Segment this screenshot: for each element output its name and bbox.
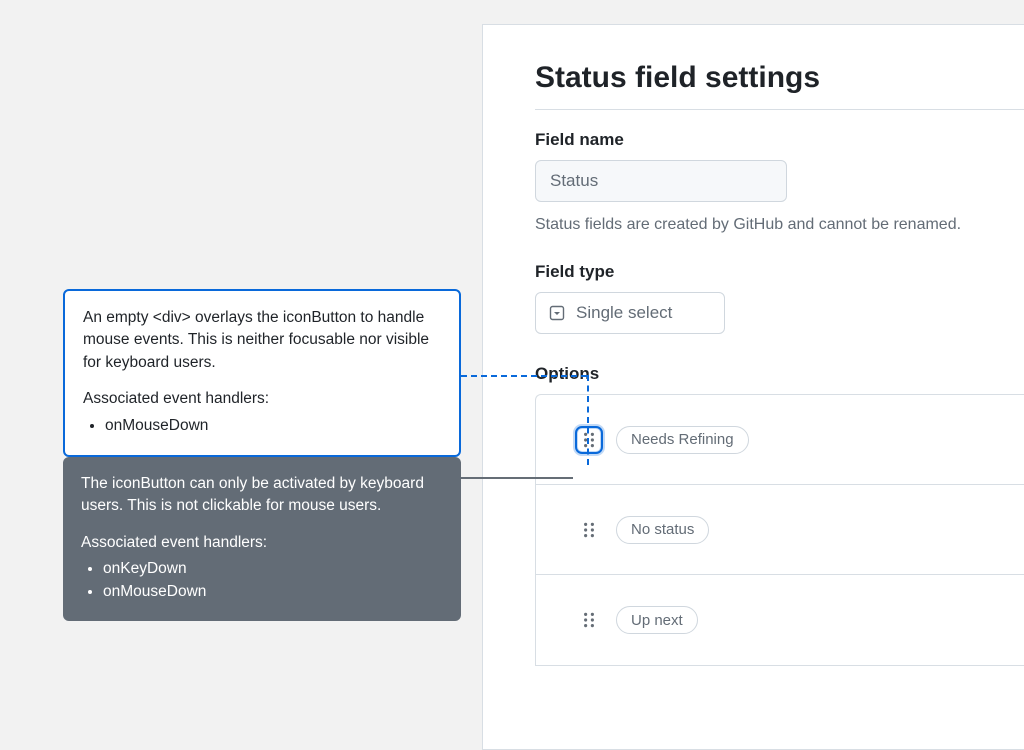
callout-handler-item: onMouseDown xyxy=(103,581,443,603)
field-name-value: Status xyxy=(550,171,598,191)
option-pill[interactable]: No status xyxy=(616,516,709,544)
callout-handlers-label: Associated event handlers: xyxy=(83,388,441,410)
callout-handlers-label: Associated event handlers: xyxy=(81,532,443,554)
option-row: Needs Refining xyxy=(536,395,1024,485)
field-name-helper: Status fields are created by GitHub and … xyxy=(535,216,1024,234)
option-pill[interactable]: Needs Refining xyxy=(616,426,749,454)
single-select-icon xyxy=(548,304,566,322)
drag-handle-icon[interactable] xyxy=(578,609,600,631)
callout-handler-item: onMouseDown xyxy=(105,415,441,437)
callout-handlers-list: onMouseDown xyxy=(83,415,441,437)
status-field-settings-panel: Status field settings Field name Status … xyxy=(482,24,1024,750)
callout-text: The iconButton can only be activated by … xyxy=(81,473,443,518)
option-row: No status xyxy=(536,485,1024,575)
overlay-callout: An empty <div> overlays the iconButton t… xyxy=(63,289,461,457)
field-type-label: Field type xyxy=(535,262,1024,282)
panel-title: Status field settings xyxy=(535,61,1024,110)
option-pill[interactable]: Up next xyxy=(616,606,698,634)
field-name-input[interactable]: Status xyxy=(535,160,787,202)
drag-handle-icon[interactable] xyxy=(578,519,600,541)
field-name-label: Field name xyxy=(535,130,1024,150)
field-type-select[interactable]: Single select xyxy=(535,292,725,334)
callout-handler-item: onKeyDown xyxy=(103,558,443,580)
iconbutton-callout: The iconButton can only be activated by … xyxy=(63,457,461,621)
callout-text: An empty <div> overlays the iconButton t… xyxy=(83,307,441,374)
options-label: Options xyxy=(535,364,1024,384)
option-row: Up next xyxy=(536,575,1024,665)
options-list: Needs Refining No status Up next xyxy=(535,394,1024,666)
callout-handlers-list: onKeyDown onMouseDown xyxy=(81,558,443,603)
field-type-value: Single select xyxy=(576,303,672,323)
drag-handle-icon[interactable] xyxy=(578,429,600,451)
